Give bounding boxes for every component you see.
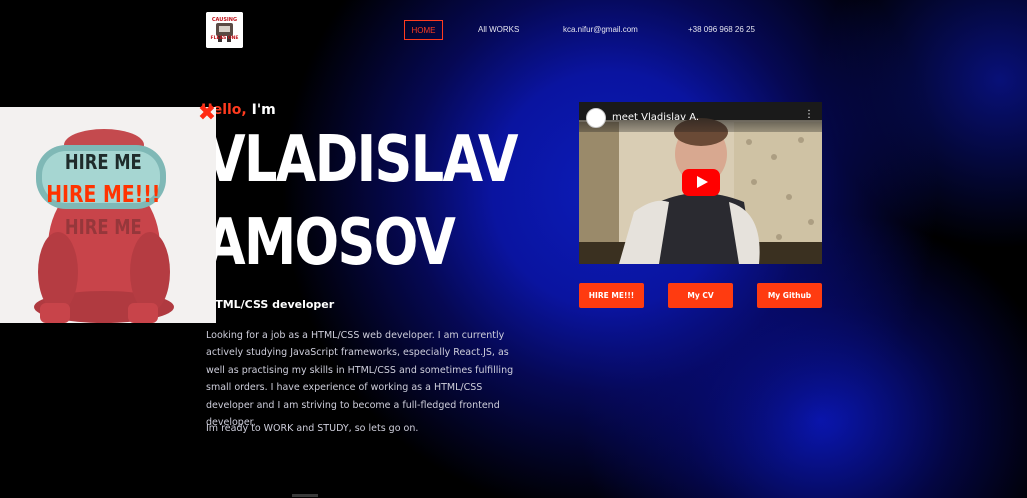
nav-all-works-link[interactable]: All WORKS — [478, 25, 519, 34]
site-logo[interactable]: CAUSING FLEAS ONE — [206, 12, 243, 48]
greeting-rest: I'm — [251, 102, 276, 118]
main-nav: HOME All WORKS kca.nifur@gmail.com +38 0… — [404, 20, 755, 40]
nav-phone-link[interactable]: +38 096 968 26 25 — [688, 25, 755, 34]
video-title[interactable]: meet Vladislav A. — [612, 112, 699, 123]
logo-text-bottom: FLEAS ONE — [211, 35, 239, 41]
close-icon[interactable]: ✖ — [197, 103, 217, 125]
my-github-button[interactable]: My Github — [757, 283, 822, 308]
logo-graphic: CAUSING FLEAS ONE — [206, 12, 243, 48]
hire-me-popup: HIRE ME HIRE ME!!! HIRE ME — [0, 107, 216, 323]
hero-role: HTML/CSS developer — [206, 298, 335, 311]
hire-me-animation: HIRE ME HIRE ME!!! HIRE ME — [0, 107, 216, 323]
hero-bio: Looking for a job as a HTML/CSS web deve… — [206, 330, 514, 429]
hire-me-button[interactable]: HIRE ME!!! — [579, 283, 644, 308]
nav-home-link[interactable]: HOME — [404, 20, 443, 40]
hero-name-first: VLADISLAV — [205, 123, 519, 197]
more-vert-icon[interactable]: ⋮ — [804, 110, 814, 120]
popup-text-3: HIRE ME — [65, 217, 142, 240]
hero-bio-closing: Im ready to WORK and STUDY, so lets go o… — [206, 423, 419, 434]
hero-name-last: AMOSOV — [205, 206, 456, 280]
logo-text-top: CAUSING — [212, 17, 237, 23]
my-cv-button[interactable]: My CV — [668, 283, 733, 308]
video-player[interactable]: meet Vladislav A. ⋮ — [579, 102, 822, 264]
popup-text-2: HIRE ME!!! — [46, 180, 160, 207]
nav-email-link[interactable]: kca.nifur@gmail.com — [563, 25, 638, 34]
channel-avatar[interactable] — [586, 108, 606, 128]
play-icon[interactable] — [682, 169, 720, 196]
horizontal-scrollbar[interactable] — [292, 494, 318, 497]
popup-text-1: HIRE ME — [65, 152, 142, 175]
